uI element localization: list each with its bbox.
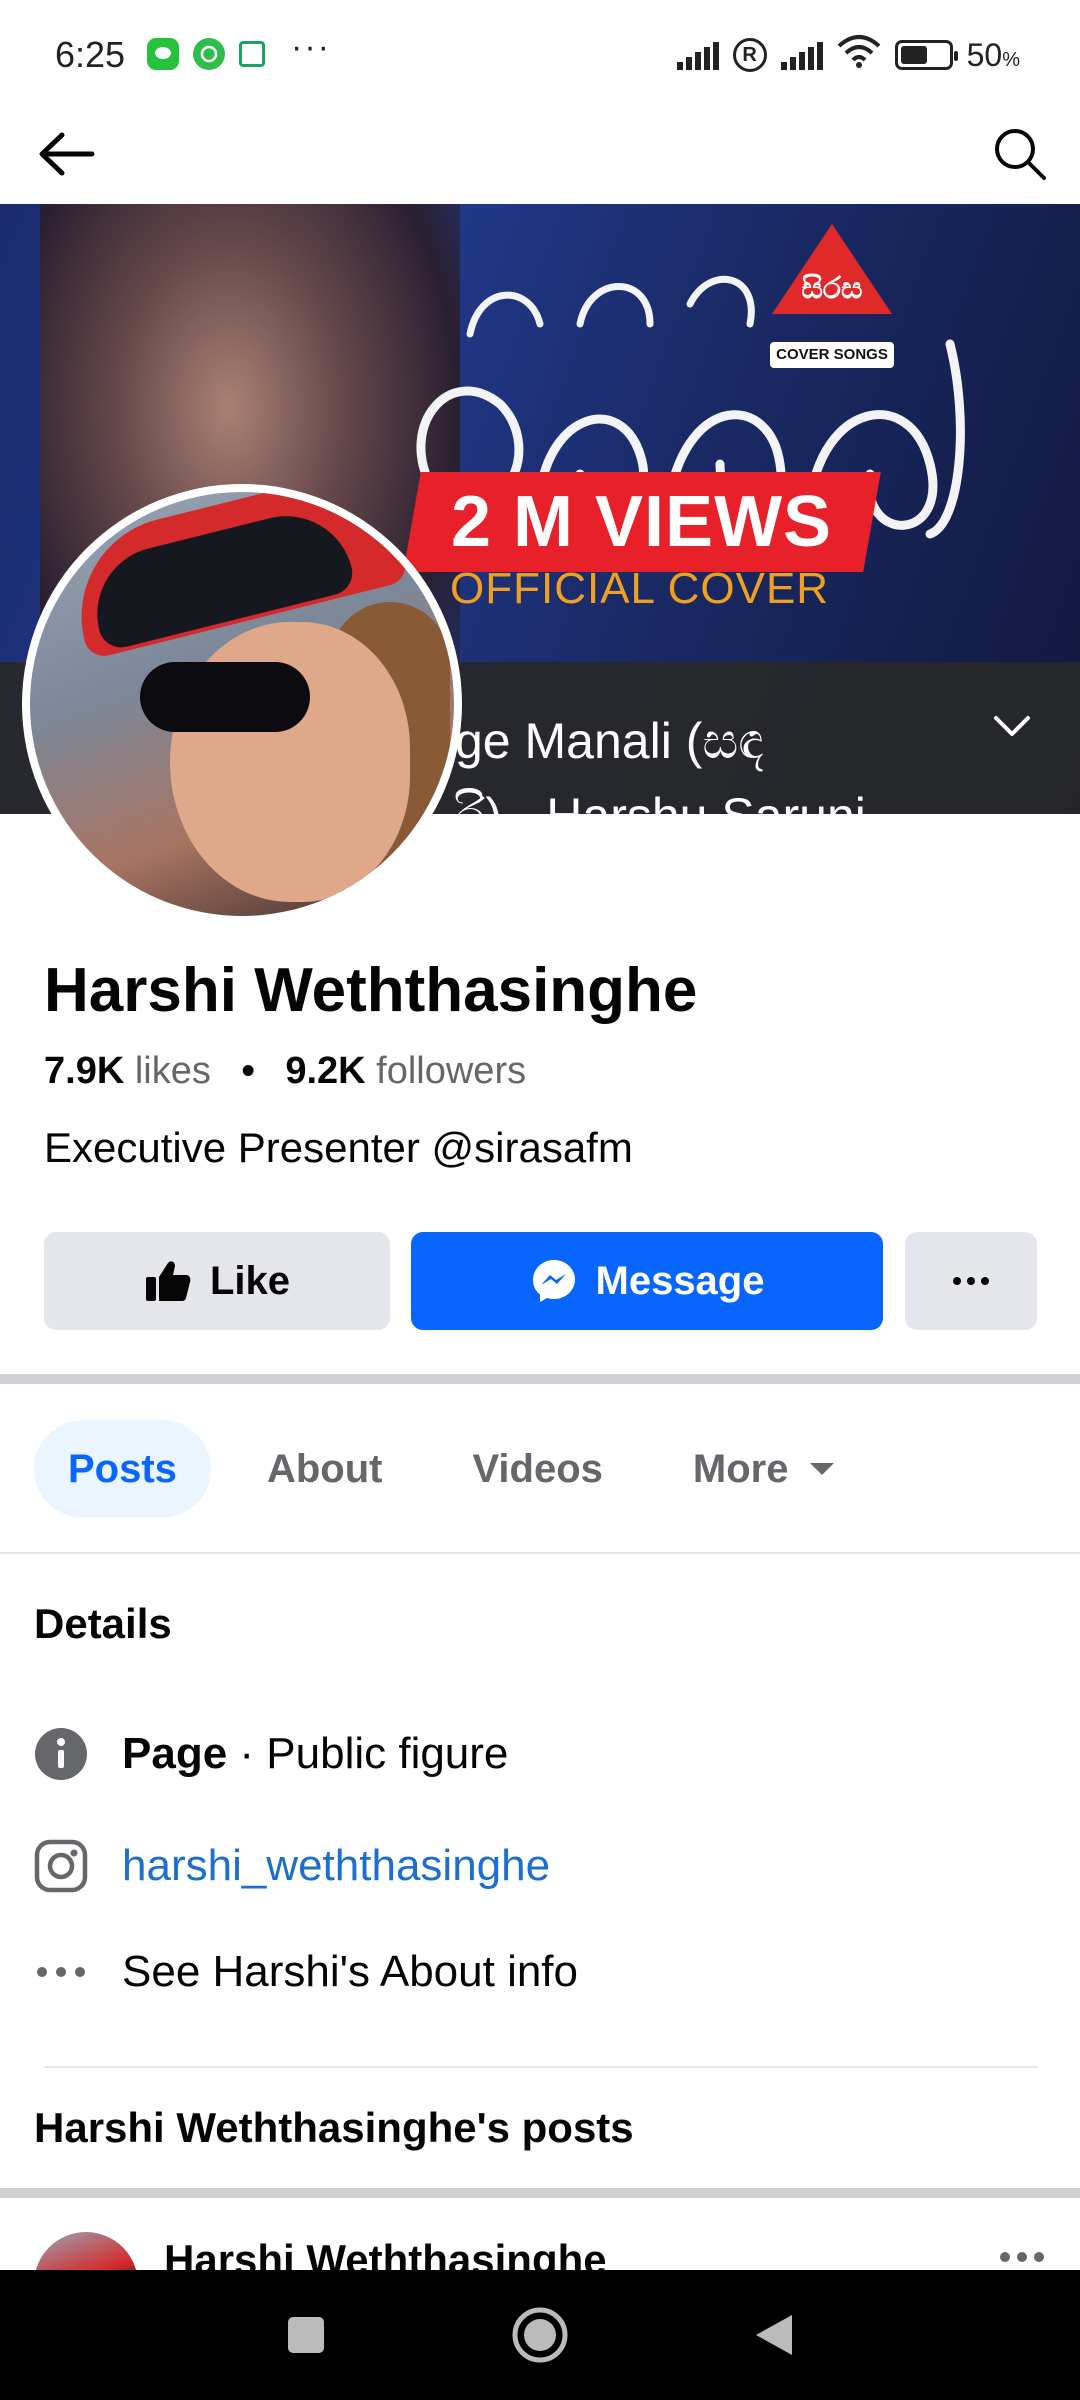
- battery-fill: [900, 46, 927, 64]
- tab-posts[interactable]: Posts: [34, 1420, 211, 1518]
- tab-more[interactable]: More: [659, 1420, 869, 1518]
- search-button[interactable]: [982, 116, 1058, 192]
- thumbs-up-icon: [145, 1261, 191, 1301]
- notification-icons: ···: [147, 28, 331, 70]
- page-stats: 7.9K likes • 9.2K followers: [44, 1050, 526, 1093]
- page-label: Page: [122, 1729, 228, 1778]
- home-button[interactable]: [500, 2295, 580, 2375]
- detail-page-category: Page · Public figure: [34, 1724, 508, 1784]
- profile-picture[interactable]: [22, 484, 462, 924]
- details-divider: [44, 2066, 1038, 2068]
- avatar: [30, 492, 454, 916]
- battery-percent: 50%: [966, 36, 1020, 73]
- see-about-link[interactable]: See Harshi's About info: [122, 1947, 578, 1997]
- detail-see-about[interactable]: See Harshi's About info: [34, 1942, 578, 2002]
- official-cover-text: OFFICIAL COVER: [450, 564, 830, 613]
- system-navigation-bar: [0, 2270, 1080, 2400]
- post-options-button[interactable]: [1000, 2252, 1044, 2262]
- instagram-icon: [34, 1839, 88, 1893]
- separator-dot: •: [241, 1050, 255, 1092]
- caret-down-icon: [810, 1463, 835, 1475]
- page-title: Harshi Weththasinghe: [44, 956, 698, 1025]
- wifi-icon: [837, 34, 881, 76]
- tab-videos[interactable]: Videos: [438, 1420, 636, 1518]
- details-heading: Details: [34, 1600, 172, 1647]
- likes-count: 7.9K: [44, 1050, 125, 1092]
- search-icon: [995, 129, 1046, 180]
- circle-icon: [512, 2307, 568, 2363]
- cover-caption-line2: රි) - Harshu Saruni: [455, 787, 866, 814]
- message-button[interactable]: Message: [411, 1232, 883, 1330]
- chevron-down-icon[interactable]: [992, 706, 1032, 746]
- whatsapp-icon: [193, 38, 225, 70]
- posts-heading: Harshi Weththasinghe's posts: [34, 2104, 634, 2151]
- page-bio: Executive Presenter @sirasafm: [44, 1124, 633, 1171]
- status-bar: 6:25 ··· R 50%: [0, 0, 1080, 100]
- tab-more-label: More: [692, 1446, 789, 1491]
- message-app-icon: [147, 38, 179, 70]
- arrow-left-icon: [39, 132, 95, 176]
- back-nav-button[interactable]: [734, 2295, 814, 2375]
- followers-count: 9.2K: [285, 1050, 366, 1092]
- classroom-icon: [239, 41, 265, 67]
- triangle-back-icon: [756, 2315, 792, 2355]
- instagram-link[interactable]: harshi_weththasinghe: [122, 1841, 550, 1891]
- more-options-button[interactable]: [905, 1232, 1037, 1330]
- page-tabs: Posts About Videos More: [34, 1420, 890, 1518]
- info-icon: [34, 1727, 88, 1781]
- like-button[interactable]: Like: [44, 1232, 390, 1330]
- status-time: 6:25: [55, 34, 126, 75]
- system-indicators: R 50%: [676, 34, 1020, 76]
- likes-label: likes: [134, 1050, 211, 1092]
- tab-about[interactable]: About: [233, 1420, 417, 1518]
- posts-divider: [0, 2188, 1080, 2198]
- square-icon: [288, 2317, 324, 2353]
- followers-label: followers: [376, 1050, 527, 1092]
- battery-icon: [894, 40, 958, 70]
- views-banner: 2 M VIEWS: [403, 472, 881, 572]
- more-horizontal-icon: [34, 1945, 88, 1999]
- back-button[interactable]: [28, 116, 104, 192]
- section-divider: [0, 1374, 1080, 1384]
- detail-instagram[interactable]: harshi_weththasinghe: [34, 1836, 550, 1896]
- sirasa-logo: සිරස COVER SONGS: [770, 224, 896, 368]
- recents-button[interactable]: [266, 2295, 346, 2375]
- top-app-bar: [0, 100, 1080, 204]
- messenger-icon: [532, 1260, 575, 1302]
- more-dots-icon: [953, 1277, 989, 1285]
- more-dots-icon: ···: [291, 27, 331, 66]
- signal-icon: [780, 40, 823, 70]
- cover-caption: ge Manali (සඳ: [455, 713, 764, 769]
- message-label: Message: [595, 1258, 765, 1303]
- signal-icon: [676, 40, 719, 70]
- like-label: Like: [209, 1258, 291, 1303]
- tabs-divider: [0, 1552, 1080, 1554]
- roaming-icon: R: [732, 38, 767, 72]
- page-category: · Public figure: [227, 1729, 509, 1778]
